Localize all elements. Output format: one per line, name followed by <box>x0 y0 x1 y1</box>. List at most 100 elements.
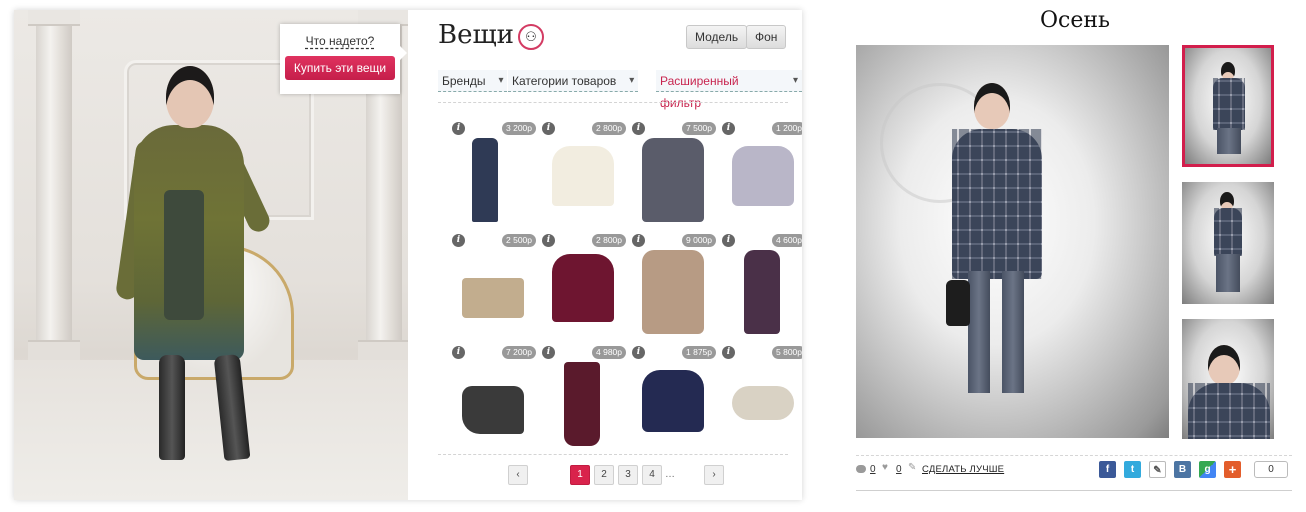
look-title: Осень <box>1039 8 1111 33</box>
model-head <box>1208 345 1240 385</box>
boots-thumbnail[interactable] <box>462 386 524 434</box>
column-left <box>28 10 80 360</box>
wrap-dress-thumbnail[interactable] <box>642 138 704 222</box>
tab-background[interactable]: Фон <box>746 25 787 49</box>
prev-page-button[interactable]: ‹ <box>508 465 528 485</box>
catalog-panel: Вещи ⚇ Модель Фон Бренды ▾ Категории тов… <box>408 10 802 500</box>
advanced-filter-label: Расширенный фильтр <box>660 74 739 110</box>
info-icon[interactable]: i <box>542 346 555 359</box>
next-page-button[interactable]: › <box>704 465 724 485</box>
price-badge: 4 600р <box>772 234 802 247</box>
what-worn-link[interactable]: Что надето? <box>280 34 400 48</box>
page-button[interactable]: 2 <box>594 465 614 485</box>
price-badge: 3 200р <box>502 122 536 135</box>
burgundy-top-thumbnail[interactable] <box>552 254 614 322</box>
maxi-skirt-thumbnail[interactable] <box>564 362 600 446</box>
maxi-dress-thumbnail[interactable] <box>744 250 780 334</box>
comment-icon <box>856 465 866 473</box>
info-icon[interactable]: i <box>452 234 465 247</box>
tab-model[interactable]: Модель <box>686 25 748 49</box>
model-pants <box>968 271 990 393</box>
advanced-filter[interactable]: Расширенный фильтр ▾ <box>656 70 802 110</box>
clip-icon[interactable]: ✎ <box>1149 461 1166 478</box>
model-pants <box>1002 271 1024 393</box>
look-thumbnail[interactable] <box>1182 182 1274 304</box>
model-head <box>974 83 1010 129</box>
twitter-icon[interactable]: t <box>1124 461 1141 478</box>
catalog-item[interactable]: i 5 800р <box>718 346 802 456</box>
main-photo[interactable] <box>856 45 1169 438</box>
catalog-item[interactable]: i 1 875р <box>628 346 716 456</box>
info-icon[interactable]: i <box>722 234 735 247</box>
catalog-item[interactable]: i 2 800р <box>538 234 626 344</box>
catalog-item[interactable]: i 9 000р <box>628 234 716 344</box>
catalog-title: Вещи <box>438 20 514 50</box>
categories-filter-label: Категории товаров <box>512 74 617 88</box>
vkontakte-icon[interactable]: В <box>1174 461 1191 478</box>
brands-filter-label: Бренды <box>442 74 486 88</box>
buy-these-items-button[interactable]: Купить эти вещи <box>285 56 395 80</box>
jacket-thumbnail[interactable] <box>732 146 794 206</box>
info-icon[interactable]: i <box>632 122 645 135</box>
categories-filter[interactable]: Категории товаров ▾ <box>508 70 639 92</box>
jeans-thumbnail[interactable] <box>472 138 498 222</box>
page-button[interactable]: 4 <box>642 465 662 485</box>
info-icon[interactable]: i <box>632 346 645 359</box>
info-icon[interactable]: i <box>722 346 735 359</box>
divider <box>438 454 788 455</box>
plaid-coat <box>1188 383 1270 439</box>
info-icon[interactable]: i <box>542 122 555 135</box>
catalog-item[interactable]: i 2 800р <box>538 122 626 232</box>
catalog-item[interactable]: i 4 600р <box>718 234 802 344</box>
knit-dress-thumbnail[interactable] <box>642 250 704 334</box>
outfit-popup: Что надето? Купить эти вещи <box>280 24 407 94</box>
look-thumbnail[interactable] <box>1182 319 1274 439</box>
page-button[interactable]: 3 <box>618 465 638 485</box>
price-badge: 2 800р <box>592 234 626 247</box>
improve-link[interactable]: СДЕЛАТЬ ЛУЧШЕ <box>922 464 1004 475</box>
model-boot[interactable] <box>159 355 185 460</box>
pencil-icon: ✎ <box>908 462 917 473</box>
model-pants <box>1217 128 1241 154</box>
info-icon[interactable]: i <box>542 234 555 247</box>
blouse-thumbnail[interactable] <box>552 146 614 206</box>
price-badge: 1 200р <box>772 122 802 135</box>
google-icon[interactable]: g <box>1199 461 1216 478</box>
price-badge: 1 875р <box>682 346 716 359</box>
heart-icon[interactable]: ♥ <box>882 462 888 473</box>
likes-count[interactable]: 0 <box>896 464 902 475</box>
catalog-item[interactable]: i 3 200р <box>448 122 536 232</box>
catalog-item[interactable]: i 7 200р <box>448 346 536 456</box>
catalog-item[interactable]: i 1 200р <box>718 122 802 232</box>
clutch-thumbnail[interactable] <box>462 278 524 318</box>
chevron-down-icon: ▾ <box>792 75 798 86</box>
chevron-down-icon: ▾ <box>629 75 635 86</box>
info-icon[interactable]: i <box>452 122 465 135</box>
navy-blouse-thumbnail[interactable] <box>642 370 704 432</box>
plaid-coat <box>952 129 1042 279</box>
handbag <box>946 280 970 326</box>
facebook-icon[interactable]: f <box>1099 461 1116 478</box>
look-thumbnail[interactable] <box>1182 45 1274 167</box>
bracelet-thumbnail[interactable] <box>732 386 794 420</box>
model-belt <box>164 190 204 320</box>
page-button[interactable]: 1 <box>570 465 590 485</box>
catalog-item[interactable]: i 2 500р <box>448 234 536 344</box>
add-icon[interactable]: + <box>1224 461 1241 478</box>
brands-filter[interactable]: Бренды ▾ <box>438 70 508 92</box>
hanger-icon[interactable]: ⚇ <box>518 24 544 50</box>
price-badge: 5 800р <box>772 346 802 359</box>
catalog-item[interactable]: i 7 500р <box>628 122 716 232</box>
comments-count[interactable]: 0 <box>870 464 876 475</box>
info-icon[interactable]: i <box>722 122 735 135</box>
price-badge: 7 500р <box>682 122 716 135</box>
outfit-builder: Что надето? Купить эти вещи Вещи ⚇ Модел… <box>14 10 802 500</box>
price-badge: 4 980р <box>592 346 626 359</box>
catalog-item[interactable]: i 4 980р <box>538 346 626 456</box>
info-icon[interactable]: i <box>632 234 645 247</box>
divider <box>438 102 788 103</box>
info-icon[interactable]: i <box>452 346 465 359</box>
chevron-down-icon: ▾ <box>498 75 504 86</box>
model-pants <box>1216 254 1240 292</box>
plaid-coat <box>1214 208 1242 256</box>
